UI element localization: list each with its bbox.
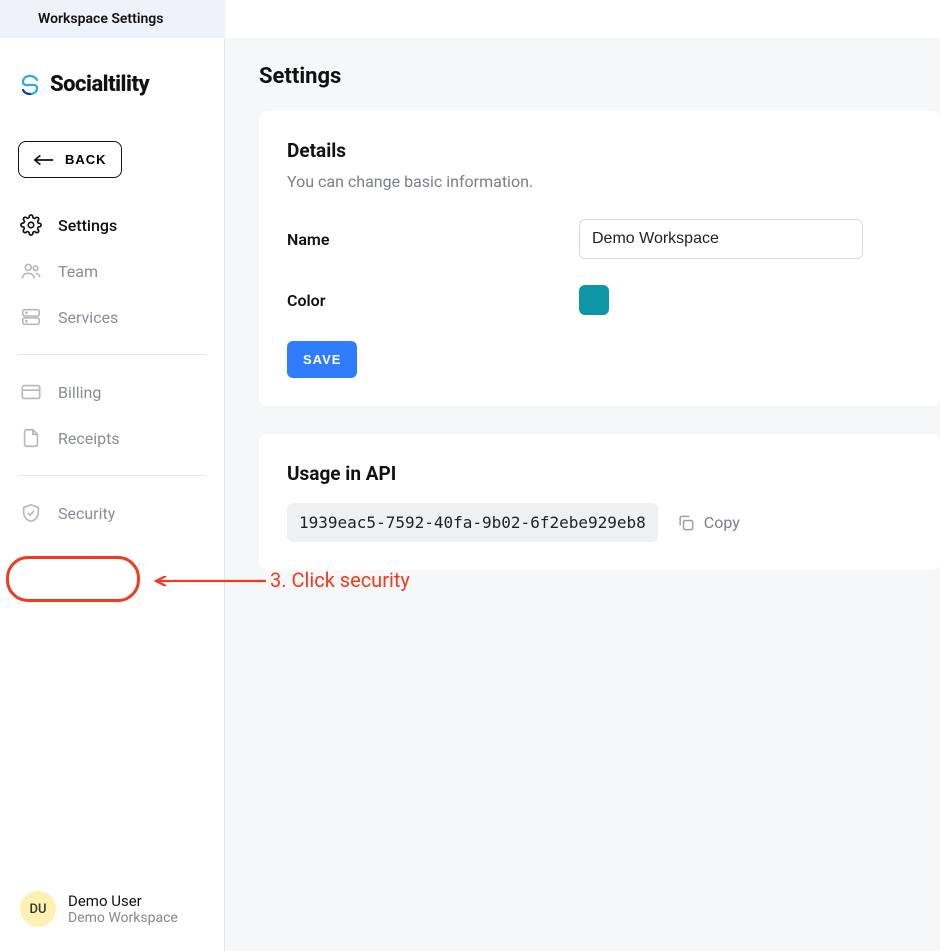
sidebar-item-label: Services	[58, 308, 118, 327]
user-footer[interactable]: DU Demo User Demo Workspace	[18, 885, 206, 933]
save-button[interactable]: SAVE	[287, 341, 357, 378]
back-button-label: BACK	[65, 152, 107, 167]
arrow-left-icon	[33, 153, 55, 167]
user-workspace: Demo Workspace	[68, 910, 178, 926]
sidebar-item-services[interactable]: Services	[18, 296, 206, 338]
details-card: Details You can change basic information…	[259, 111, 940, 406]
api-card: Usage in API 1939eac5-7592-40fa-9b02-6f2…	[259, 434, 940, 570]
document-icon	[20, 427, 42, 449]
name-row: Name	[287, 219, 912, 259]
api-heading: Usage in API	[287, 462, 912, 485]
copy-icon	[676, 513, 696, 533]
sidebar-item-settings[interactable]: Settings	[18, 204, 206, 246]
details-subtitle: You can change basic information.	[287, 172, 912, 191]
brand-name: Socialtility	[50, 72, 149, 97]
sidebar-item-billing[interactable]: Billing	[18, 371, 206, 413]
color-swatch[interactable]	[579, 285, 609, 315]
user-name: Demo User	[68, 892, 178, 910]
nav-group-billing: Billing Receipts	[18, 371, 206, 459]
sidebar-item-security[interactable]: Security	[18, 492, 206, 534]
workspace-name-input[interactable]	[579, 219, 863, 259]
avatar-initials: DU	[30, 902, 47, 917]
back-button[interactable]: BACK	[18, 141, 122, 178]
name-label: Name	[287, 230, 579, 249]
details-heading: Details	[287, 139, 912, 162]
nav-group-main: Settings Team	[18, 204, 206, 338]
sidebar-item-label: Security	[58, 504, 115, 523]
nav-group-security: Security	[18, 492, 206, 534]
avatar: DU	[20, 891, 56, 927]
server-icon	[20, 306, 42, 328]
color-row: Color	[287, 285, 912, 315]
main-content: Settings Details You can change basic in…	[225, 38, 940, 951]
sidebar-item-label: Receipts	[58, 429, 120, 448]
user-meta: Demo User Demo Workspace	[68, 892, 178, 926]
page-title: Settings	[259, 38, 940, 111]
sidebar-item-receipts[interactable]: Receipts	[18, 417, 206, 459]
gear-icon	[20, 214, 42, 236]
sidebar-item-team[interactable]: Team	[18, 250, 206, 292]
sidebar-item-label: Billing	[58, 383, 101, 402]
brand-logo-icon	[18, 73, 42, 97]
sidebar-item-label: Team	[58, 262, 98, 281]
topbar-title: Workspace Settings	[38, 11, 163, 27]
copy-button[interactable]: Copy	[676, 513, 740, 533]
sidebar-item-label: Settings	[58, 216, 117, 235]
copy-button-label: Copy	[704, 513, 740, 532]
api-key-value: 1939eac5-7592-40fa-9b02-6f2ebe929eb8	[287, 503, 658, 542]
divider	[18, 354, 206, 355]
sidebar: Socialtility BACK Settings	[0, 38, 225, 951]
shield-icon	[20, 502, 42, 524]
brand-logo[interactable]: Socialtility	[18, 72, 206, 97]
divider	[18, 475, 206, 476]
color-label: Color	[287, 291, 579, 310]
topbar: Workspace Settings	[0, 0, 225, 38]
credit-card-icon	[20, 381, 42, 403]
users-icon	[20, 260, 42, 282]
